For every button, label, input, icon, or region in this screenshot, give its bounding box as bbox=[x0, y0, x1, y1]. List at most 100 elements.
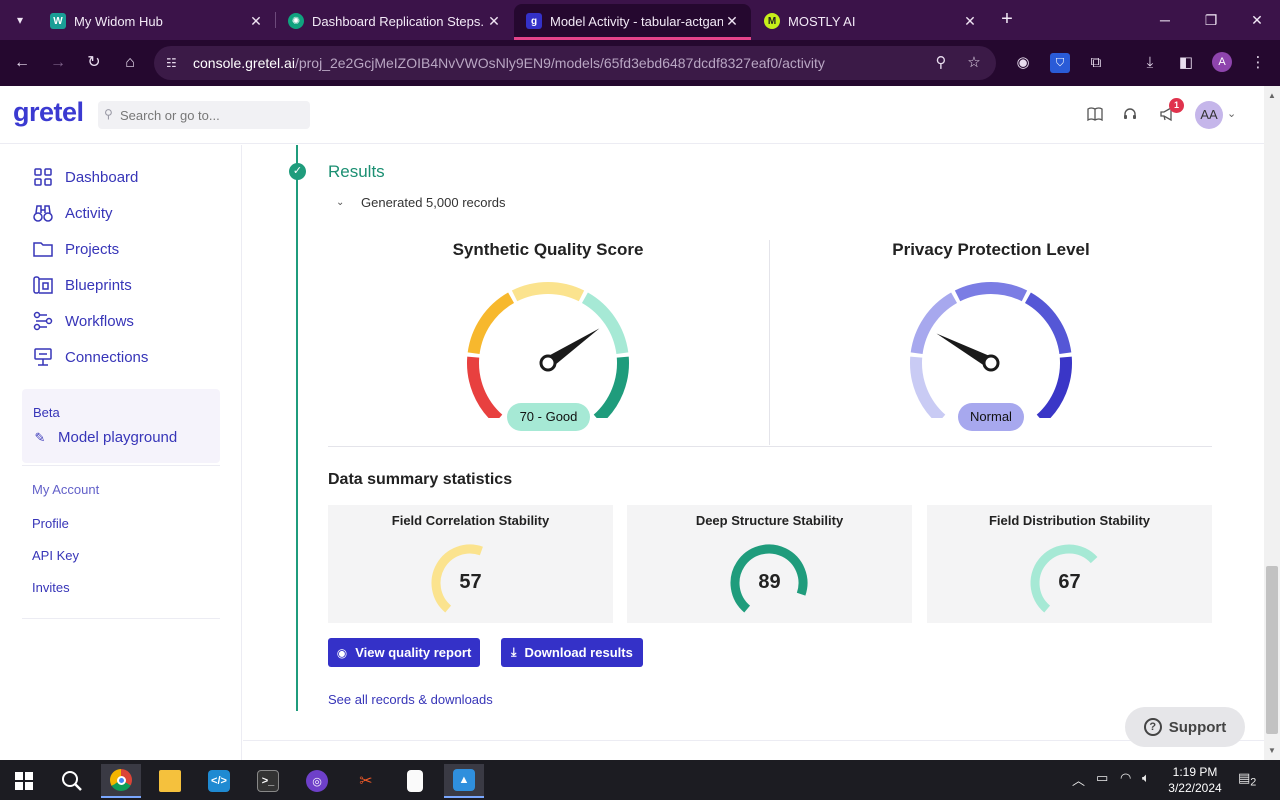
mostly-ai-favicon-icon: M bbox=[764, 13, 780, 29]
url-text[interactable]: console.gretel.ai/proj_2e2GcjMeIZOIB4NvV… bbox=[193, 55, 825, 71]
side-panel-icon[interactable]: ◧ bbox=[1176, 53, 1196, 73]
close-tab-icon[interactable]: ✕ bbox=[485, 13, 503, 30]
sidebar-item-connections[interactable]: Connections bbox=[32, 345, 148, 369]
invites-link[interactable]: Invites bbox=[32, 580, 70, 595]
headset-support-icon[interactable] bbox=[1120, 106, 1140, 126]
widom-favicon-icon: W bbox=[50, 13, 66, 29]
battery-icon[interactable]: ▭ bbox=[1096, 770, 1108, 786]
github-desktop-taskbar-icon[interactable]: ◎ bbox=[297, 764, 337, 798]
stat-title: Field Correlation Stability bbox=[391, 513, 550, 528]
stat-value: 67 bbox=[1058, 571, 1081, 593]
chrome-taskbar-icon[interactable] bbox=[101, 764, 141, 798]
volume-icon[interactable]: 🔈︎ bbox=[1142, 770, 1150, 786]
tab-label: MOSTLY AI bbox=[788, 13, 856, 29]
button-label: View quality report bbox=[355, 645, 472, 660]
sidebar-item-dashboard[interactable]: Dashboard bbox=[32, 165, 138, 189]
sidebar-item-projects[interactable]: Projects bbox=[32, 237, 119, 261]
global-search[interactable]: ⚲ bbox=[98, 101, 310, 129]
my-account-heading[interactable]: My Account bbox=[32, 482, 99, 497]
scroll-up-icon[interactable]: ▲ bbox=[1266, 90, 1278, 102]
gauge-divider bbox=[769, 240, 770, 445]
vscode-taskbar-icon[interactable]: </> bbox=[199, 764, 239, 798]
profile-link[interactable]: Profile bbox=[32, 516, 69, 531]
sidebar-item-label: Activity bbox=[65, 204, 113, 222]
sidebar-item-workflows[interactable]: Workflows bbox=[32, 309, 134, 333]
close-window-icon[interactable]: ✕ bbox=[1242, 8, 1272, 32]
terminal-taskbar-icon[interactable]: >_ bbox=[248, 764, 288, 798]
browser-tab-dashboard-replication[interactable]: ✺ Dashboard Replication Steps. ✕ bbox=[276, 4, 513, 38]
zoom-search-icon[interactable]: ⚲ bbox=[932, 54, 950, 72]
app-header: gretel ⚲ bbox=[0, 86, 1264, 144]
snipping-tool-taskbar-icon[interactable]: ✂ bbox=[346, 764, 386, 798]
restore-window-icon[interactable]: ❐ bbox=[1196, 8, 1226, 32]
notepad-taskbar-icon[interactable] bbox=[395, 764, 435, 798]
sidebar-item-label: Dashboard bbox=[65, 168, 139, 186]
close-tab-icon[interactable]: ✕ bbox=[247, 13, 265, 30]
privacy-level-badge: Normal bbox=[958, 403, 1024, 431]
close-tab-icon[interactable]: ✕ bbox=[723, 13, 741, 30]
taskbar-clock[interactable]: 1:19 PM 3/22/2024 bbox=[1160, 764, 1230, 796]
wifi-icon[interactable]: ◠ bbox=[1120, 770, 1131, 786]
sidebar-item-model-playground[interactable]: ✎ Model playground bbox=[32, 429, 178, 446]
windows-start-icon[interactable] bbox=[4, 764, 44, 798]
bookmark-star-icon[interactable]: ☆ bbox=[965, 54, 983, 72]
notification-badge: 1 bbox=[1169, 98, 1184, 113]
site-info-icon[interactable]: ☷ bbox=[166, 55, 182, 71]
gauge-segment bbox=[467, 292, 515, 355]
gauge-segment bbox=[581, 292, 629, 355]
taskbar-search-icon[interactable] bbox=[52, 764, 92, 798]
sidebar-item-activity[interactable]: Activity bbox=[32, 201, 113, 225]
stat-card-field-distribution: Field Distribution Stability 67 bbox=[927, 505, 1212, 623]
back-arrow-icon[interactable]: ← bbox=[11, 52, 33, 74]
question-icon: ? bbox=[1143, 718, 1162, 736]
footer-divider bbox=[243, 740, 1264, 741]
gauge-hub bbox=[982, 354, 1000, 372]
browser-tab-model-activity[interactable]: g Model Activity - tabular-actgan ✕ bbox=[514, 4, 751, 40]
download-icon[interactable]: ⤓ bbox=[1140, 53, 1160, 73]
stat-card-field-correlation: Field Correlation Stability 57 bbox=[328, 505, 613, 623]
see-all-records-link[interactable]: See all records & downloads bbox=[328, 692, 493, 707]
forward-arrow-icon[interactable]: → bbox=[47, 52, 69, 74]
gauge-segment bbox=[511, 282, 585, 302]
results-title: Results bbox=[328, 162, 385, 181]
tab-label: Model Activity - tabular-actgan bbox=[550, 13, 723, 29]
extension-bitwarden-icon[interactable]: ⛉ bbox=[1050, 53, 1070, 73]
support-button[interactable]: ? Support bbox=[1125, 707, 1245, 747]
tab-search-chevron-icon[interactable]: ▾ bbox=[10, 10, 30, 30]
beta-label: Beta bbox=[33, 405, 60, 420]
browser-tab-mostly-ai[interactable]: M MOSTLY AI ✕ bbox=[752, 4, 989, 38]
docs-book-icon[interactable] bbox=[1085, 106, 1105, 126]
chevron-down-icon[interactable]: ⌄ bbox=[1227, 107, 1236, 120]
download-icon: ⤓ bbox=[511, 645, 517, 659]
minimize-window-icon[interactable]: ─ bbox=[1150, 8, 1180, 32]
chevron-down-icon[interactable]: ⌄ bbox=[336, 197, 344, 208]
beta-section: Beta ✎ Model playground bbox=[22, 389, 220, 463]
api-key-link[interactable]: API Key bbox=[32, 548, 79, 563]
extension-spy-icon[interactable]: ◉ bbox=[1013, 53, 1033, 73]
user-avatar[interactable]: AA bbox=[1195, 101, 1223, 129]
home-icon[interactable]: ⌂ bbox=[119, 52, 141, 74]
sidebar-item-blueprints[interactable]: Blueprints bbox=[32, 273, 132, 297]
scrollbar-thumb[interactable] bbox=[1266, 566, 1278, 734]
file-explorer-taskbar-icon[interactable] bbox=[150, 764, 190, 798]
view-quality-report-button[interactable]: ◉ View quality report bbox=[328, 638, 480, 667]
photos-taskbar-icon[interactable]: ▲ bbox=[444, 764, 484, 798]
browser-menu-icon[interactable]: ⋮ bbox=[1248, 53, 1268, 73]
tab-label: My Widom Hub bbox=[74, 13, 163, 29]
gretel-logo[interactable]: gretel bbox=[13, 97, 84, 128]
reload-icon[interactable]: ↻ bbox=[83, 52, 105, 74]
generated-records-toggle[interactable]: Generated 5,000 records bbox=[361, 195, 506, 210]
new-tab-plus-icon[interactable]: + bbox=[996, 8, 1018, 30]
scroll-down-icon[interactable]: ▼ bbox=[1266, 745, 1278, 757]
browser-profile-avatar[interactable]: A bbox=[1212, 52, 1232, 72]
tray-chevron-up-icon[interactable]: ︿ bbox=[1072, 770, 1085, 789]
notifications-icon[interactable]: ▤2 bbox=[1238, 770, 1256, 789]
search-input[interactable] bbox=[120, 101, 306, 129]
browser-tab-widom-hub[interactable]: W My Widom Hub ✕ bbox=[38, 4, 275, 38]
workflow-icon bbox=[32, 310, 54, 332]
address-bar[interactable]: ☷ console.gretel.ai/proj_2e2GcjMeIZOIB4N… bbox=[154, 46, 996, 80]
close-tab-icon[interactable]: ✕ bbox=[961, 13, 979, 30]
search-icon: ⚲ bbox=[104, 107, 113, 121]
download-results-button[interactable]: ⤓ Download results bbox=[501, 638, 643, 667]
extensions-puzzle-icon[interactable]: ⧉ bbox=[1086, 53, 1106, 73]
